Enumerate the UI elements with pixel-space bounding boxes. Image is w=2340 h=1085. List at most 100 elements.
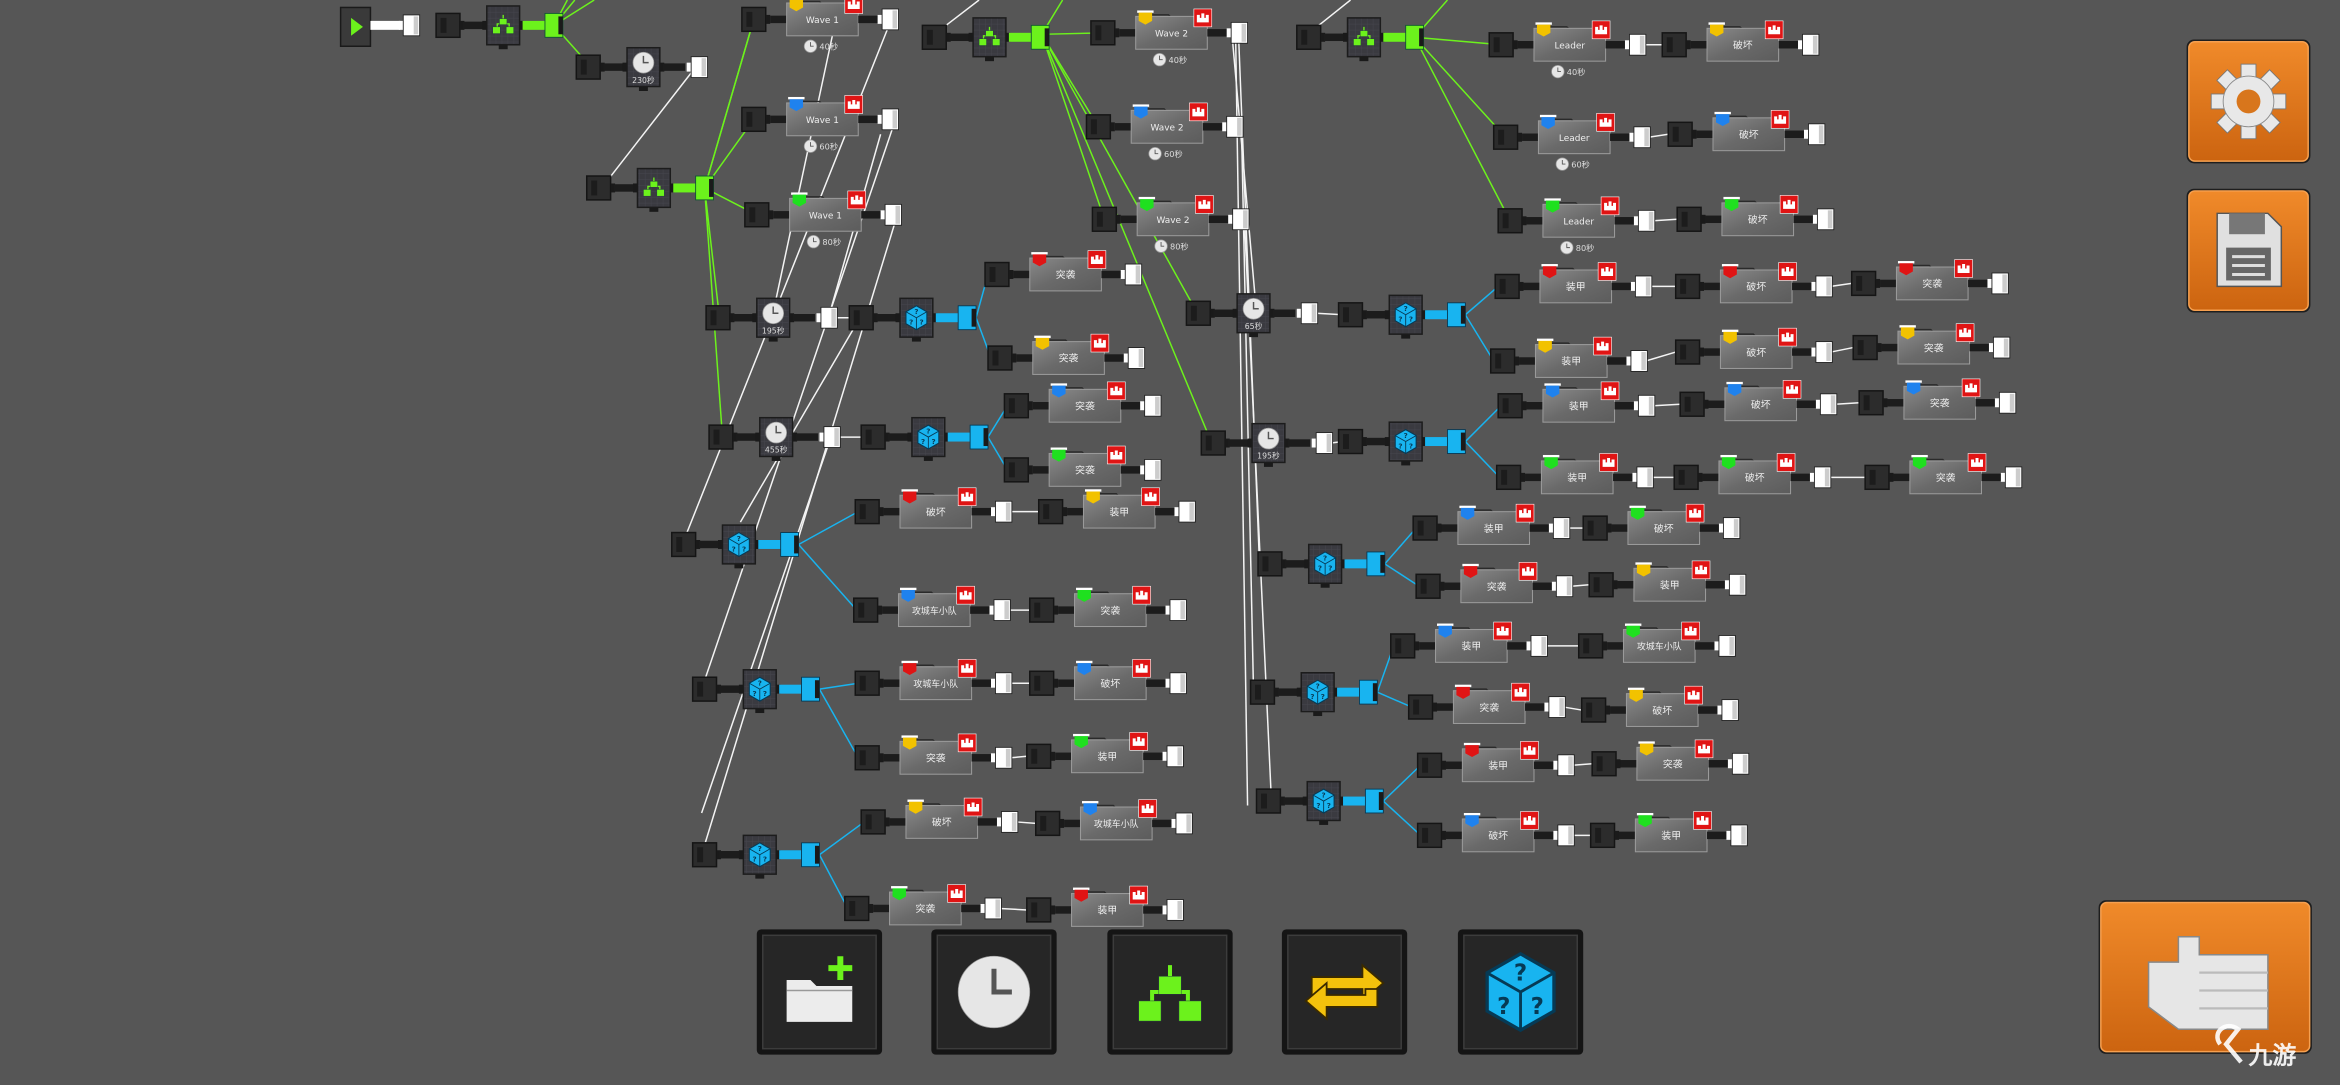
output-port[interactable] bbox=[1174, 500, 1196, 523]
output-port[interactable] bbox=[1228, 208, 1250, 231]
input-port[interactable] bbox=[848, 305, 878, 331]
input-port[interactable] bbox=[585, 175, 616, 201]
input-port[interactable] bbox=[1416, 752, 1446, 778]
wave-card-node[interactable]: 破坏 bbox=[1673, 453, 1832, 495]
input-port[interactable] bbox=[1090, 20, 1120, 46]
random-node[interactable]: ??? bbox=[691, 834, 820, 879]
input-port[interactable] bbox=[1416, 822, 1446, 849]
start-node[interactable] bbox=[339, 6, 421, 47]
wave-card-node[interactable]: Leader 40秒 bbox=[1488, 20, 1647, 79]
input-port[interactable] bbox=[1026, 743, 1056, 769]
input-port[interactable] bbox=[1674, 339, 1705, 365]
output-port[interactable] bbox=[1811, 275, 1833, 298]
output-port[interactable] bbox=[1714, 635, 1736, 657]
wave-card-node[interactable]: 突袭 bbox=[854, 733, 1013, 775]
wave-card-node[interactable]: 破坏 bbox=[1580, 685, 1739, 727]
input-port[interactable] bbox=[1337, 302, 1367, 328]
input-port[interactable] bbox=[1249, 679, 1279, 705]
output-port[interactable] bbox=[996, 811, 1019, 833]
wave-card-node[interactable]: 攻城车小队 bbox=[854, 659, 1013, 701]
input-port[interactable] bbox=[1412, 515, 1442, 541]
input-port[interactable] bbox=[984, 261, 1014, 288]
wave-card-node[interactable]: Leader 80秒 bbox=[1497, 196, 1656, 255]
wave-card-node[interactable]: Wave 2 60秒 bbox=[1085, 102, 1244, 161]
output-port[interactable] bbox=[2000, 466, 2023, 489]
output-port[interactable] bbox=[816, 306, 838, 329]
wave-card-node[interactable]: 装甲 bbox=[1588, 560, 1747, 602]
random-output-port[interactable] bbox=[969, 424, 989, 450]
random-node[interactable]: ??? bbox=[1337, 421, 1466, 466]
settings-button[interactable] bbox=[2186, 39, 2311, 164]
input-port[interactable] bbox=[1577, 633, 1608, 659]
input-port[interactable] bbox=[1858, 390, 1888, 416]
random-output-port[interactable] bbox=[780, 532, 800, 557]
output-port[interactable] bbox=[1162, 899, 1184, 921]
output-port[interactable] bbox=[1165, 599, 1187, 621]
add-folder-button[interactable] bbox=[756, 929, 883, 1055]
random-node[interactable]: ??? bbox=[1255, 780, 1384, 825]
input-port[interactable] bbox=[860, 424, 890, 450]
branch-node-body[interactable] bbox=[482, 5, 525, 50]
input-port[interactable] bbox=[1003, 393, 1033, 419]
branch-node-body[interactable] bbox=[968, 17, 1011, 62]
output-port[interactable] bbox=[1626, 350, 1648, 372]
input-port[interactable] bbox=[844, 895, 874, 922]
input-port[interactable] bbox=[854, 498, 884, 525]
output-port[interactable] bbox=[990, 672, 1013, 695]
wave-card-node[interactable]: 破坏 bbox=[1582, 503, 1741, 545]
output-port[interactable] bbox=[877, 8, 899, 31]
input-port[interactable] bbox=[1390, 633, 1420, 659]
branch-node[interactable] bbox=[921, 17, 1050, 62]
wave-card-node[interactable]: 突袭 bbox=[1858, 378, 2017, 420]
wave-card-node[interactable]: 装甲 bbox=[1026, 732, 1184, 774]
input-port[interactable] bbox=[1296, 24, 1326, 50]
output-port[interactable] bbox=[1633, 394, 1656, 417]
wave-card-node[interactable]: 装甲 bbox=[1489, 336, 1648, 378]
output-port[interactable] bbox=[1718, 517, 1741, 539]
input-port[interactable] bbox=[1852, 334, 1882, 361]
wave-card-node[interactable]: 突袭 bbox=[1003, 445, 1162, 487]
wave-card-node[interactable]: 破坏 bbox=[1674, 327, 1833, 369]
wave-card-node[interactable]: 突袭 bbox=[987, 333, 1146, 375]
node-graph[interactable]: 230秒195秒455秒65秒195秒?????????????????????… bbox=[0, 0, 2340, 1080]
output-port[interactable] bbox=[1526, 635, 1548, 657]
input-port[interactable] bbox=[1415, 573, 1445, 599]
wave-card-node[interactable]: 装甲 bbox=[1497, 381, 1656, 423]
input-port[interactable] bbox=[1495, 464, 1526, 491]
wave-card-node[interactable]: 破坏 bbox=[860, 797, 1019, 839]
input-port[interactable] bbox=[1864, 464, 1894, 491]
input-port[interactable] bbox=[1589, 822, 1620, 849]
output-port[interactable] bbox=[1544, 696, 1566, 718]
timer-node[interactable]: 195秒 bbox=[1200, 422, 1334, 467]
random-node[interactable]: ??? bbox=[1249, 672, 1378, 717]
input-port[interactable] bbox=[1591, 751, 1621, 777]
output-port[interactable] bbox=[1311, 432, 1334, 454]
output-port[interactable] bbox=[1165, 672, 1187, 695]
wave-card-node[interactable]: Wave 2 40秒 bbox=[1090, 8, 1249, 67]
output-port[interactable] bbox=[398, 14, 421, 37]
random-output-port[interactable] bbox=[957, 305, 977, 331]
branch-node-body[interactable] bbox=[632, 167, 675, 212]
input-port[interactable] bbox=[705, 305, 735, 331]
branch-node[interactable] bbox=[435, 5, 564, 50]
wave-card-node[interactable]: 突袭 bbox=[1415, 562, 1574, 604]
output-port[interactable] bbox=[1123, 347, 1146, 369]
input-port[interactable] bbox=[1494, 273, 1524, 300]
output-port[interactable] bbox=[1798, 33, 1820, 56]
random-node[interactable]: ??? bbox=[671, 524, 800, 569]
output-port[interactable] bbox=[1812, 208, 1835, 231]
wave-card-node[interactable]: 破坏 bbox=[854, 487, 1013, 529]
wave-card-node[interactable]: 装甲 bbox=[1494, 262, 1653, 304]
wave-card-node[interactable]: 突袭 bbox=[984, 250, 1143, 292]
output-port[interactable] bbox=[1553, 754, 1575, 777]
input-port[interactable] bbox=[1588, 572, 1618, 598]
save-button[interactable] bbox=[2186, 188, 2311, 313]
branch-output-port[interactable] bbox=[1405, 24, 1425, 50]
output-port[interactable] bbox=[1222, 115, 1244, 138]
random-node[interactable]: ??? bbox=[848, 297, 977, 342]
timer-node[interactable]: 195秒 bbox=[705, 297, 838, 342]
output-port[interactable] bbox=[1633, 209, 1656, 232]
wave-card-node[interactable]: Wave 1 40秒 bbox=[741, 0, 899, 53]
random-output-port[interactable] bbox=[801, 842, 820, 868]
input-port[interactable] bbox=[1091, 206, 1121, 232]
